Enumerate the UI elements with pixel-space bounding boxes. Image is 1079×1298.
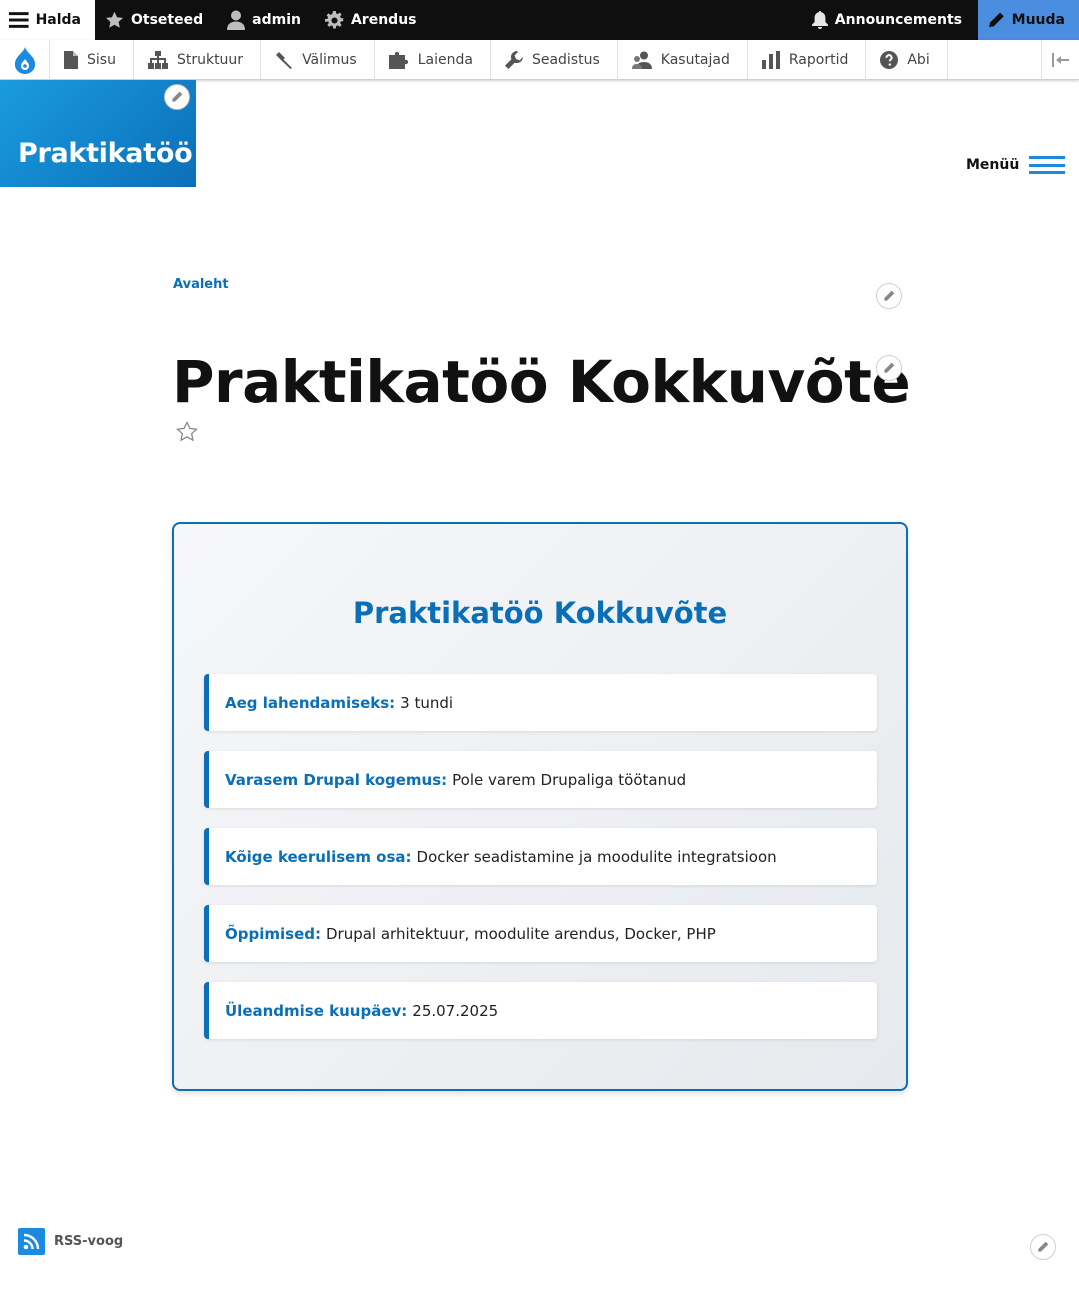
help-icon xyxy=(880,50,899,69)
edit-mode-button[interactable]: Muuda xyxy=(978,0,1079,40)
tray-item-label: Seadistus xyxy=(531,51,600,68)
file-icon xyxy=(64,50,78,69)
admin-tray: Sisu Struktuur Välimus Laienda Seadistus… xyxy=(0,40,1079,80)
site-name-link[interactable]: Praktikatöö xyxy=(18,138,193,169)
user-label: admin xyxy=(252,12,301,28)
pencil-icon xyxy=(884,362,895,373)
summary-title: Praktikatöö Kokkuvõte xyxy=(352,596,728,630)
main-menu-toggle[interactable]: Menüü xyxy=(966,156,1066,174)
pencil-icon xyxy=(1038,1241,1049,1252)
announcements-button[interactable]: Announcements xyxy=(802,0,978,40)
branding-edit-button[interactable] xyxy=(164,84,190,110)
tray-item-help[interactable]: Abi xyxy=(866,40,948,79)
summary-row-value: Docker seadistamine ja moodulite integra… xyxy=(416,847,777,866)
summary-row-label: Üleandmise kuupäev: xyxy=(225,1001,408,1020)
sitemap-icon xyxy=(147,50,168,69)
tray-item-label: Kasutajad xyxy=(660,51,730,68)
summary-row-value: Drupal arhitektuur, moodulite arendus, D… xyxy=(325,924,716,943)
gear-icon xyxy=(324,10,344,28)
tray-item-configuration[interactable]: Seadistus xyxy=(491,40,618,79)
summary-row: Kõige keerulisem osa: Docker seadistamin… xyxy=(204,828,877,885)
bell-icon xyxy=(811,11,828,29)
tray-item-people[interactable]: Kasutajad xyxy=(618,40,748,79)
edit-mode-label: Muuda xyxy=(1011,12,1065,28)
tray-item-label: Välimus xyxy=(302,51,357,68)
summary-row-value: 25.07.2025 xyxy=(412,1001,499,1020)
development-label: Arendus xyxy=(350,12,417,28)
drupal-logo-icon xyxy=(14,45,35,74)
summary-row-label: Õppimised: xyxy=(225,924,321,943)
tray-spacer xyxy=(948,40,1041,79)
tray-item-label: Raportid xyxy=(788,51,849,68)
tray-item-content[interactable]: Sisu xyxy=(50,40,134,79)
summary-row-value: Pole varem Drupaliga töötanud xyxy=(452,770,687,789)
pencil-icon xyxy=(988,12,1004,28)
hamburger-icon xyxy=(1029,156,1066,174)
star-icon xyxy=(105,11,124,28)
user-button[interactable]: admin xyxy=(217,0,315,40)
summary-row: Varasem Drupal kogemus: Pole varem Drupa… xyxy=(204,751,877,808)
summary-row-label: Aeg lahendamiseks: xyxy=(225,693,396,712)
rss-feed-link[interactable]: RSS-voog xyxy=(18,1228,123,1255)
drupal-home-link[interactable] xyxy=(0,40,50,79)
shortcuts-button[interactable]: Otseteed xyxy=(95,0,217,40)
admin-toolbar: Halda Otseteed admin Arendus Announcemen… xyxy=(0,0,1079,40)
collapse-left-icon xyxy=(1051,52,1069,67)
people-icon xyxy=(631,51,652,69)
summary-row: Õppimised: Drupal arhitektuur, moodulite… xyxy=(204,905,877,962)
manage-button[interactable]: Halda xyxy=(0,0,95,40)
paint-icon xyxy=(276,51,293,69)
breadcrumb-edit-button[interactable] xyxy=(876,283,902,309)
hamburger-icon xyxy=(9,12,29,28)
rss-icon xyxy=(18,1228,45,1255)
shortcuts-label: Otseteed xyxy=(131,12,204,28)
tray-orientation-toggle[interactable] xyxy=(1041,40,1079,79)
summary-row: Üleandmise kuupäev: 25.07.2025 xyxy=(204,982,877,1039)
puzzle-icon xyxy=(388,51,408,69)
tray-item-structure[interactable]: Struktuur xyxy=(134,40,262,79)
title-edit-button[interactable] xyxy=(876,355,902,381)
page-title: Praktikatöö Kokkuvõte xyxy=(172,348,911,416)
bar-chart-icon xyxy=(761,50,780,69)
menu-label: Menüü xyxy=(966,157,1020,173)
tray-item-label: Laienda xyxy=(417,51,473,68)
footer-edit-button[interactable] xyxy=(1030,1234,1056,1260)
tray-item-label: Sisu xyxy=(87,51,116,68)
summary-row-label: Varasem Drupal kogemus: xyxy=(225,770,448,789)
wrench-icon xyxy=(504,50,523,69)
tray-item-label: Abi xyxy=(907,51,930,68)
summary-row-label: Kõige keerulisem osa: xyxy=(225,847,412,866)
tray-item-reports[interactable]: Raportid xyxy=(748,40,867,79)
summary-row-value: 3 tundi xyxy=(400,693,454,712)
rss-label: RSS-voog xyxy=(54,1234,124,1249)
tray-item-appearance[interactable]: Välimus xyxy=(261,40,375,79)
shortcut-star-button[interactable] xyxy=(176,420,198,447)
tray-item-extend[interactable]: Laienda xyxy=(375,40,491,79)
announcements-label: Announcements xyxy=(834,12,962,28)
tray-item-label: Struktuur xyxy=(176,51,244,68)
star-outline-icon xyxy=(176,420,198,442)
breadcrumb-home-link[interactable]: Avaleht xyxy=(173,277,229,292)
pencil-icon xyxy=(172,91,183,102)
user-icon xyxy=(227,10,246,30)
development-button[interactable]: Arendus xyxy=(315,0,431,40)
manage-label: Halda xyxy=(35,12,81,28)
pencil-icon xyxy=(884,290,895,301)
summary-row: Aeg lahendamiseks: 3 tundi xyxy=(204,674,877,731)
summary-card: Praktikatöö Kokkuvõte Aeg lahendamiseks:… xyxy=(172,522,908,1091)
